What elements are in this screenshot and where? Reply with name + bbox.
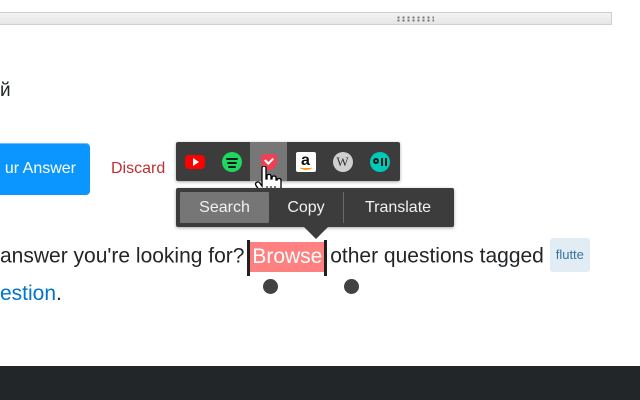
question-suffix-text: other questions tagged [330, 244, 544, 268]
youtube-button[interactable] [176, 142, 213, 181]
menu-pointer-arrow [304, 227, 328, 239]
ask-question-line: estion. [0, 279, 62, 309]
youtube-icon [184, 154, 205, 169]
amazon-button[interactable]: a [287, 142, 324, 181]
scrollbar-strip[interactable] [0, 12, 612, 25]
selection-caret-right[interactable] [324, 239, 328, 276]
selection-caret-left[interactable] [247, 239, 251, 276]
ask-question-link[interactable]: estion [0, 282, 56, 305]
drag-grip-icon[interactable] [396, 16, 434, 22]
medium-button[interactable] [361, 142, 398, 181]
selected-word: Browse [252, 244, 323, 268]
wikipedia-icon: W [332, 151, 353, 172]
copy-menu-item[interactable]: Copy [269, 192, 343, 223]
question-prefix-text: answer you're looking for? [0, 244, 245, 268]
medium-icon [369, 151, 390, 172]
selected-text[interactable]: Browse [247, 239, 328, 276]
flutter-tag[interactable]: flutte [549, 238, 590, 272]
discard-link[interactable]: Discard [111, 160, 165, 178]
wikipedia-button[interactable]: W [324, 142, 361, 181]
amazon-icon: a [295, 151, 316, 172]
spotify-icon [221, 151, 242, 172]
selection-icon-toolbar: a W [176, 142, 400, 181]
post-answer-button[interactable]: ur Answer [0, 143, 90, 195]
translate-menu-item[interactable]: Translate [344, 192, 452, 223]
browser-top-bar [0, 0, 640, 26]
question-footer-text: answer you're looking for? Browse other … [0, 238, 590, 276]
trailing-period: . [56, 282, 62, 305]
selection-context-menu: Search Copy Translate [176, 188, 454, 239]
cyrillic-text-fragment: й [0, 80, 11, 101]
search-menu-item[interactable]: Search [180, 192, 269, 223]
site-footer [0, 366, 640, 400]
spotify-button[interactable] [213, 142, 250, 181]
selection-handle-right[interactable] [344, 279, 359, 294]
selection-handle-left[interactable] [263, 279, 278, 294]
